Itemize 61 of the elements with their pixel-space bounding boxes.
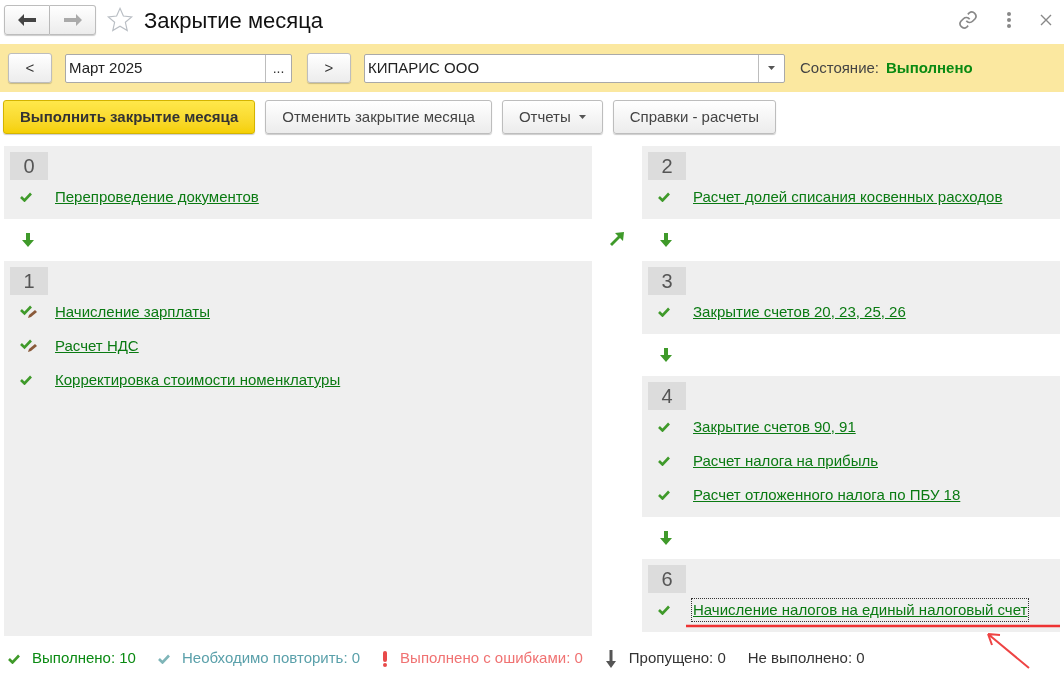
action-button[interactable]: Справки - расчеты — [612, 100, 776, 134]
down-arrow-icon — [660, 348, 672, 362]
action-button[interactable]: Выполнить закрытие месяца — [3, 100, 256, 134]
stage-link[interactable]: Корректировка стоимости номенклатуры — [54, 368, 342, 392]
stage-link[interactable]: Закрытие счетов 90, 91 — [692, 415, 857, 439]
check-icon — [658, 456, 670, 466]
down-arrow-icon — [604, 649, 617, 668]
dropdown-icon[interactable] — [768, 66, 775, 70]
stage-link[interactable]: Перепроведение документов — [54, 185, 260, 209]
stage-link[interactable]: Начисление зарплаты — [54, 300, 211, 324]
check-icon — [8, 653, 20, 664]
stage-link[interactable]: Расчет отложенного налога по ПБУ 18 — [692, 483, 962, 507]
legend-label: Не выполнено: 0 — [747, 648, 865, 669]
check-icon — [20, 192, 32, 202]
legend-label: Необходимо повторить: 0 — [181, 648, 361, 669]
back-button[interactable] — [4, 5, 50, 35]
diagonal-arrow-icon — [610, 232, 624, 246]
previous-button[interactable]: < — [8, 53, 52, 83]
right-arrow-icon — [63, 14, 82, 26]
window-title: Закрытие месяца — [144, 6, 324, 35]
stage-link[interactable]: Закрытие счетов 20, 23, 25, 26 — [692, 300, 907, 324]
check-icon — [658, 605, 670, 615]
state-label: Состояние: — [800, 57, 879, 78]
stage-number: 2 — [648, 152, 686, 180]
next-button[interactable]: > — [307, 53, 351, 83]
stage-number: 0 — [10, 152, 48, 180]
legend-label: Выполнено: 10 — [32, 648, 136, 669]
choose-button[interactable]: ... — [265, 54, 291, 82]
stage-number: 3 — [648, 267, 686, 295]
check-icon — [658, 192, 670, 202]
caret-icon — [578, 115, 586, 119]
star-icon[interactable] — [106, 6, 134, 34]
organization-field[interactable]: КИПАРИС ООО — [364, 53, 785, 83]
stage-number: 4 — [648, 382, 686, 410]
period-field[interactable]: Март 2025 ... — [65, 53, 292, 83]
check-icon — [20, 375, 32, 385]
action-button[interactable]: Отменить закрытие месяца — [265, 100, 492, 134]
check-icon — [658, 307, 670, 317]
stage-link[interactable]: Расчет налога на прибыль — [692, 449, 879, 473]
check-icon — [157, 653, 170, 664]
state-value: Выполнено — [886, 57, 973, 78]
down-arrow-icon — [660, 531, 672, 545]
stage-number: 1 — [10, 267, 48, 295]
down-arrow-icon — [660, 233, 672, 247]
check-pencil-icon — [20, 305, 38, 319]
check-icon — [658, 490, 670, 500]
check-pencil-icon — [20, 339, 38, 353]
stage-link[interactable]: Расчет долей списания косвенных расходов — [692, 185, 1004, 209]
stage-link[interactable]: Расчет НДС — [54, 334, 140, 358]
more-icon[interactable] — [1006, 11, 1012, 29]
check-icon — [658, 422, 670, 432]
left-arrow-icon — [18, 14, 36, 26]
link-icon[interactable] — [958, 10, 978, 30]
legend-label: Выполнено с ошибками: 0 — [400, 648, 583, 669]
stage-link[interactable]: Начисление налогов на единый налоговый счет — [692, 598, 1029, 622]
close-icon[interactable] — [1040, 14, 1052, 26]
exclamation-icon — [382, 650, 389, 667]
legend-label: Пропущено: 0 — [628, 648, 726, 669]
down-arrow-icon — [22, 233, 34, 247]
action-button[interactable]: Отчеты — [501, 100, 603, 134]
stage-number: 6 — [648, 565, 686, 593]
